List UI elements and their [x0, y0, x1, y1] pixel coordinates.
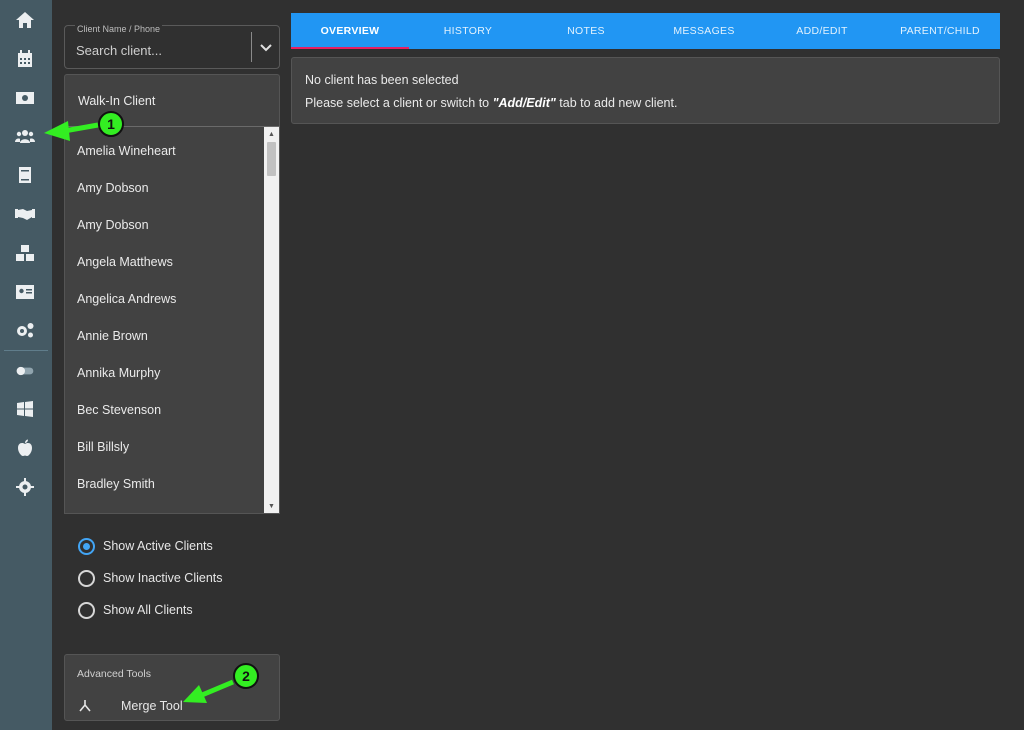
apple-icon[interactable]: [13, 437, 37, 459]
scroll-down-arrow-icon[interactable]: ▼: [264, 499, 279, 513]
instruction-message: Please select a client or switch to "Add…: [305, 96, 677, 110]
walk-in-client-item[interactable]: Walk-In Client: [64, 74, 280, 126]
radio-show-active-clients[interactable]: Show Active Clients: [78, 536, 213, 556]
list-item[interactable]: Amy Dobson: [77, 218, 149, 232]
merge-icon: [79, 700, 91, 712]
home-icon[interactable]: [13, 9, 37, 31]
search-field-label: Client Name / Phone: [75, 24, 163, 34]
merge-tool-button[interactable]: Merge Tool: [77, 699, 183, 713]
radio-label: Show Active Clients: [103, 539, 213, 553]
radio-label: Show Inactive Clients: [103, 571, 223, 585]
cubes-icon[interactable]: [13, 242, 37, 264]
tab-overview[interactable]: OVERVIEW: [291, 13, 409, 49]
nav-rail: [0, 0, 52, 730]
scrollbar-thumb[interactable]: [267, 142, 276, 176]
radio-label: Show All Clients: [103, 603, 193, 617]
client-search-field: Client Name / Phone: [64, 24, 280, 69]
list-item[interactable]: Amy Dobson: [77, 181, 149, 195]
search-divider: [251, 32, 252, 62]
book-icon[interactable]: [13, 164, 37, 186]
overview-message-panel: No client has been selected Please selec…: [291, 57, 1000, 124]
scroll-up-arrow-icon[interactable]: ▲: [264, 127, 279, 141]
annotation-badge-2: 2: [233, 663, 259, 689]
users-icon[interactable]: [13, 125, 37, 147]
radio-show-all-clients[interactable]: Show All Clients: [78, 600, 193, 620]
cogs-icon[interactable]: [13, 319, 37, 341]
radio-show-inactive-clients[interactable]: Show Inactive Clients: [78, 568, 223, 588]
list-item[interactable]: Annie Brown: [77, 329, 148, 343]
tab-parent-child[interactable]: PARENT/CHILD: [881, 13, 999, 49]
rail-divider: [4, 350, 48, 351]
radio-button[interactable]: [78, 601, 95, 619]
tab-add-edit[interactable]: ADD/EDIT: [763, 13, 881, 49]
list-scrollbar[interactable]: ▲ ▼: [264, 127, 279, 513]
list-item[interactable]: Amelia Wineheart: [77, 144, 176, 158]
instruction-prefix: Please select a client or switch to: [305, 96, 493, 110]
no-client-message: No client has been selected: [305, 73, 459, 87]
list-item[interactable]: Bec Stevenson: [77, 403, 161, 417]
walk-in-client-label: Walk-In Client: [78, 94, 156, 108]
id-card-icon[interactable]: [13, 281, 37, 303]
money-icon[interactable]: [13, 87, 37, 109]
radio-button[interactable]: [78, 569, 95, 587]
list-item[interactable]: Bill Billsly: [77, 440, 129, 454]
windows-icon[interactable]: [13, 398, 37, 420]
advanced-tools-title: Advanced Tools: [77, 668, 151, 680]
tab-messages[interactable]: MESSAGES: [645, 13, 763, 49]
radio-button-checked[interactable]: [78, 537, 95, 555]
tab-notes[interactable]: NOTES: [527, 13, 645, 49]
annotation-badge-1: 1: [98, 111, 124, 137]
handshake-icon[interactable]: [13, 203, 37, 225]
client-tabs: OVERVIEW HISTORY NOTES MESSAGES ADD/EDIT…: [291, 13, 1000, 49]
calendar-icon[interactable]: [13, 48, 37, 70]
toggle-icon[interactable]: [13, 360, 37, 382]
merge-tool-label: Merge Tool: [121, 699, 183, 713]
list-item[interactable]: Angela Matthews: [77, 255, 173, 269]
settings-icon[interactable]: [13, 476, 37, 498]
client-list: Amelia Wineheart Amy Dobson Amy Dobson A…: [64, 126, 280, 514]
list-item[interactable]: Angelica Andrews: [77, 292, 176, 306]
search-input[interactable]: [76, 41, 246, 59]
chevron-down-icon[interactable]: [258, 38, 274, 56]
tab-history[interactable]: HISTORY: [409, 13, 527, 49]
list-item[interactable]: Annika Murphy: [77, 366, 160, 380]
instruction-suffix: tab to add new client.: [555, 96, 678, 110]
list-item[interactable]: Bradley Smith: [77, 477, 155, 491]
instruction-emphasis: "Add/Edit": [492, 96, 556, 110]
